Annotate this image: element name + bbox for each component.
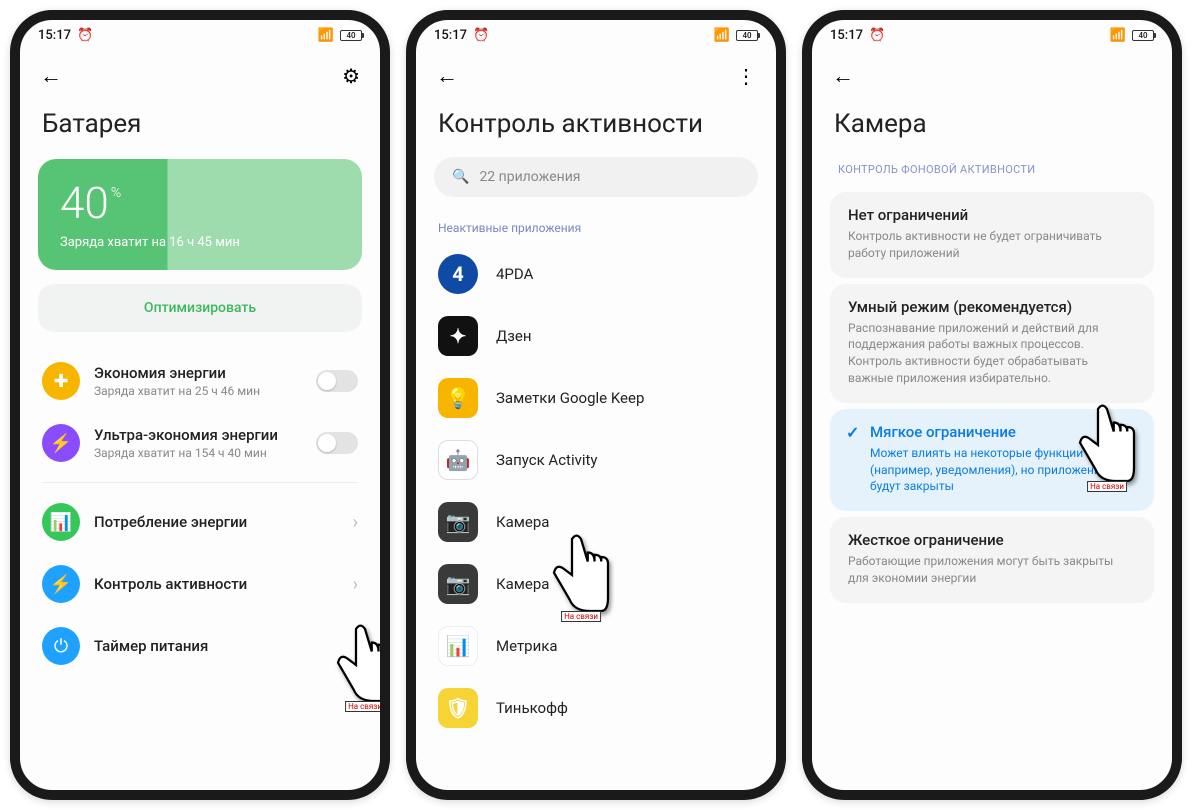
option-desc: Распознавание приложений и действий для … <box>848 320 1136 387</box>
option-title: Мягкое ограничение <box>870 423 1136 441</box>
status-time: 15:17 <box>434 28 467 43</box>
app-row-metrica[interactable]: 📊 Метрика <box>416 615 776 677</box>
battery-icon: 40 <box>1132 30 1154 41</box>
search-placeholder: 22 приложения <box>479 169 580 185</box>
option-soft-restriction[interactable]: Мягкое ограничение Может влиять на некот… <box>830 409 1154 511</box>
option-title: Умный режим (рекомендуется) <box>848 298 1136 316</box>
app-icon: 💡 <box>438 378 478 418</box>
bars-icon: 📊 <box>42 503 80 541</box>
app-name: Камера <box>496 513 549 531</box>
status-bar: 15:17 ⏰ 📶 40 <box>20 20 380 47</box>
app-icon: 🤖 <box>438 440 478 480</box>
row-consumption[interactable]: 📊 Потребление энергии › <box>20 491 380 553</box>
search-icon: 🔍 <box>452 169 469 185</box>
back-button[interactable]: ← <box>826 57 860 95</box>
option-desc: Работающие приложения могут быть закрыты… <box>848 553 1136 587</box>
status-bar: 15:17 ⏰ 📶 40 <box>416 20 776 47</box>
phone-camera-restrict: 15:17 ⏰ 📶 40 ← Камера КОНТРОЛЬ ФОНОВОЙ А… <box>802 10 1182 800</box>
toggle-ultra[interactable] <box>316 432 358 454</box>
row-ultra-economy[interactable]: ⚡ Ультра-экономия энергии Заряда хватит … <box>20 412 380 474</box>
app-name: Заметки Google Keep <box>496 389 644 407</box>
app-icon: 📷 <box>438 564 478 604</box>
phone-activity: 15:17 ⏰ 📶 40 ← ⋮ Контроль активности 🔍 2… <box>406 10 786 800</box>
alarm-icon: ⏰ <box>869 28 885 43</box>
option-desc: Может влиять на некоторые функции (напри… <box>870 445 1136 495</box>
row-title: Потребление энергии <box>94 513 339 531</box>
optimize-button[interactable]: Оптимизировать <box>38 284 362 332</box>
status-time: 15:17 <box>38 28 71 43</box>
battery-card: 40 % Заряда хватит на 16 ч 45 мин <box>38 159 362 270</box>
row-title: Экономия энергии <box>94 364 302 382</box>
app-icon: 📊 <box>438 626 478 666</box>
app-row-keep[interactable]: 💡 Заметки Google Keep <box>416 367 776 429</box>
app-row-camera-1[interactable]: 📷 Камера <box>416 491 776 553</box>
app-icon: 4 <box>438 254 478 294</box>
app-icon: 🛡 <box>438 688 478 728</box>
divider <box>42 482 358 483</box>
header: ← <box>812 47 1172 99</box>
battery-remaining: Заряда хватит на 16 ч 45 мин <box>60 235 340 250</box>
chevron-right-icon: › <box>353 574 358 595</box>
signal-icon: 📶 <box>714 28 730 43</box>
search-input[interactable]: 🔍 22 приложения <box>434 157 758 197</box>
toggle-economy[interactable] <box>316 370 358 392</box>
back-button[interactable]: ← <box>430 57 464 95</box>
page-title: Батарея <box>20 99 380 153</box>
back-button[interactable]: ← <box>34 57 68 95</box>
alarm-icon: ⏰ <box>77 28 93 43</box>
page-title: Камера <box>812 99 1172 153</box>
app-name: Запуск Activity <box>496 451 598 469</box>
header: ← ⚙ <box>20 47 380 99</box>
status-bar: 15:17 ⏰ 📶 40 <box>812 20 1172 47</box>
bolt-icon: ⚡ <box>42 565 80 603</box>
option-desc: Контроль активности не будет ограничиват… <box>848 228 1136 262</box>
header: ← ⋮ <box>416 47 776 99</box>
percent-sign: % <box>111 185 121 201</box>
page-title: Контроль активности <box>416 99 776 153</box>
bolt-icon: ⚡ <box>42 424 80 462</box>
row-sub: Заряда хватит на 25 ч 46 мин <box>94 384 302 398</box>
app-icon: 📷 <box>438 502 478 542</box>
signal-icon: 📶 <box>1110 28 1126 43</box>
option-title: Нет ограничений <box>848 206 1136 224</box>
row-economy[interactable]: ✚ Экономия энергии Заряда хватит на 25 ч… <box>20 350 380 412</box>
row-sub: Заряда хватит на 154 ч 40 мин <box>94 446 302 460</box>
row-power-timer[interactable]: ⏻ Таймер питания <box>20 615 380 677</box>
status-time: 15:17 <box>830 28 863 43</box>
battery-icon: 40 <box>736 30 758 41</box>
chevron-right-icon: › <box>353 512 358 533</box>
row-title: Ультра-экономия энергии <box>94 426 302 444</box>
app-name: 4PDA <box>496 265 533 283</box>
app-name: Дзен <box>496 327 532 345</box>
more-menu-icon[interactable]: ⋮ <box>730 58 762 94</box>
app-row-camera-2[interactable]: 📷 Камера <box>416 553 776 615</box>
app-row-4pda[interactable]: 4 4PDA <box>416 243 776 305</box>
app-name: Метрика <box>496 637 558 655</box>
row-title: Контроль активности <box>94 575 339 593</box>
plus-box-icon: ✚ <box>42 362 80 400</box>
option-no-restrictions[interactable]: Нет ограничений Контроль активности не б… <box>830 192 1154 278</box>
section-inactive: Неактивные приложения <box>416 207 776 243</box>
app-row-dzen[interactable]: ✦ Дзен <box>416 305 776 367</box>
option-title: Жесткое ограничение <box>848 531 1136 549</box>
settings-gear-icon[interactable]: ⚙ <box>336 58 366 94</box>
phone-battery: 15:17 ⏰ 📶 40 ← ⚙ Батарея 40 % Заряда хва… <box>10 10 390 800</box>
section-header: КОНТРОЛЬ ФОНОВОЙ АКТИВНОСТИ <box>812 153 1172 186</box>
row-activity-control[interactable]: ⚡ Контроль активности › <box>20 553 380 615</box>
app-name: Тинькофф <box>496 699 568 717</box>
app-row-tinkoff[interactable]: 🛡 Тинькофф <box>416 677 776 739</box>
battery-icon: 40 <box>340 30 362 41</box>
row-title: Таймер питания <box>94 637 358 655</box>
option-smart-mode[interactable]: Умный режим (рекомендуется) Распознавани… <box>830 284 1154 403</box>
app-row-activity-launcher[interactable]: 🤖 Запуск Activity <box>416 429 776 491</box>
power-icon: ⏻ <box>42 627 80 665</box>
signal-icon: 📶 <box>318 28 334 43</box>
alarm-icon: ⏰ <box>473 28 489 43</box>
app-name: Камера <box>496 575 549 593</box>
option-hard-restriction[interactable]: Жесткое ограничение Работающие приложени… <box>830 517 1154 603</box>
cursor-label: На связи <box>345 701 385 712</box>
battery-percent-value: 40 <box>60 177 109 229</box>
app-icon: ✦ <box>438 316 478 356</box>
